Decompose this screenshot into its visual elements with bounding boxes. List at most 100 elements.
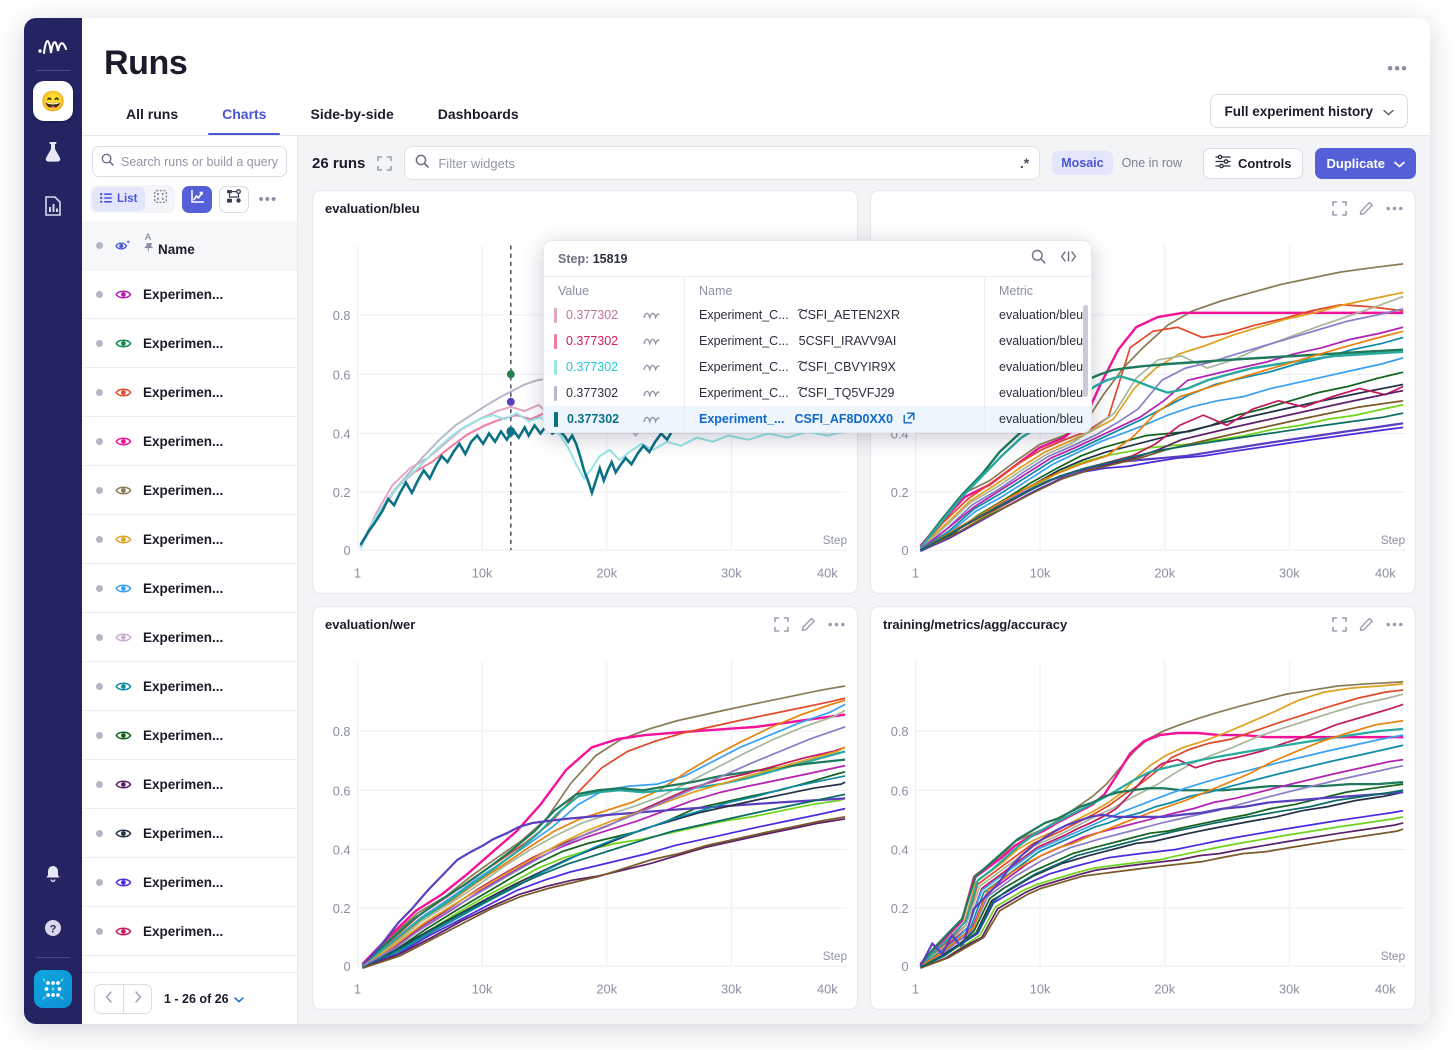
run-list-item[interactable]: Experimen... [82,319,297,368]
run-list-item[interactable]: Experimen... [82,907,297,956]
run-list-item[interactable]: Experimen... [82,466,297,515]
filter-widgets-box[interactable]: .* [404,146,1041,180]
app-grid-icon[interactable] [34,970,72,1008]
external-link-icon[interactable] [903,412,915,427]
tab-all-runs[interactable]: All runs [104,106,200,135]
sparkline-icon[interactable] [643,363,670,372]
flask-icon[interactable] [33,129,73,175]
run-list-item[interactable]: Experimen... [82,417,297,466]
layout-mosaic-option[interactable]: Mosaic [1052,151,1113,175]
eye-icon[interactable] [113,533,133,546]
tooltip-name-cell[interactable]: Experiment_... CSFI_AF8D0XX0 [685,406,984,432]
run-list-item[interactable]: Experimen... [82,368,297,417]
sparkline-icon[interactable] [643,311,670,320]
ellipsis-icon[interactable] [1386,206,1403,211]
question-circle-icon[interactable]: ? [33,905,73,951]
view-grid-button[interactable] [147,187,173,211]
filter-widgets-input[interactable] [438,155,1011,171]
controls-button[interactable]: Controls [1203,147,1304,179]
duplicate-button[interactable]: Duplicate [1315,147,1416,179]
avatar[interactable]: 😄 [33,81,73,121]
search-runs-input[interactable] [121,154,278,169]
search-icon[interactable] [1031,249,1046,269]
top-bar: Runs ••• Full experiment history All run… [82,18,1430,136]
sparkline-icon[interactable] [643,415,670,424]
run-list-item[interactable]: Experimen... [82,809,297,858]
panel-chart-body[interactable]: 0.8 0.6 0.4 0.2 0 1 10k 20k 30k 40k Step [871,641,1415,1009]
layout-one-in-row-option[interactable]: One in row [1113,151,1191,175]
view-chart-button[interactable] [182,185,213,213]
page-more-icon[interactable]: ••• [1387,60,1408,77]
run-list-item[interactable]: Experimen... [82,711,297,760]
eye-icon[interactable] [113,876,133,889]
run-status-dot [96,878,103,886]
header-dot [96,241,103,249]
panel-title: evaluation/bleu [325,200,420,216]
tooltip-name-cell[interactable]: Experiment_C...͠CSFI_TQ5VFJ29 [685,380,984,406]
eye-icon[interactable] [113,337,133,350]
run-list-item[interactable]: Experimen... [82,858,297,907]
eye-sparkle-icon[interactable] [113,238,133,253]
svg-text:10k: 10k [472,565,493,580]
series-color-swatch [554,385,557,401]
expand-icon[interactable] [1332,200,1347,216]
panel-chart-body[interactable]: 0.8 0.6 0.4 0.2 0 1 10k 20k 30k 40k Step [313,641,857,1009]
eye-icon[interactable] [113,680,133,693]
tab-dashboards[interactable]: Dashboards [416,106,541,135]
expand-icon[interactable] [377,155,393,171]
view-tree-button[interactable] [219,185,250,213]
run-list-item[interactable]: Experimen... [82,270,297,319]
eye-icon[interactable] [113,582,133,595]
tooltip-scrollbar[interactable] [1083,305,1088,397]
search-icon [415,154,430,173]
tooltip-name-cell[interactable]: Experiment_C...͠CSFI_AETEN2XR [685,302,984,328]
tab-charts[interactable]: Charts [200,106,288,135]
sparkline-icon[interactable] [643,337,670,346]
tab-side-by-side[interactable]: Side-by-side [288,106,415,135]
charts-toolbar: 26 runs .* Mosaic One in ro [298,136,1430,190]
eye-icon[interactable] [113,778,133,791]
run-list-item[interactable]: Experimen... [82,564,297,613]
eye-icon[interactable] [113,288,133,301]
ellipsis-icon[interactable] [828,622,845,627]
run-list-item[interactable]: Experimen... [82,662,297,711]
pencil-icon[interactable] [1359,201,1374,216]
document-chart-icon[interactable] [33,183,73,229]
expand-icon[interactable] [774,616,789,632]
svg-text:0.6: 0.6 [333,783,351,798]
run-list-item[interactable]: Experimen... [82,613,297,662]
pencil-icon[interactable] [801,617,816,632]
run-list-item[interactable]: Experimen... [82,760,297,809]
tooltip-name-cell[interactable]: Experiment_C...͠CSFI_CBVYIR9X [685,354,984,380]
waveform-logo-icon[interactable] [36,32,70,62]
pagination-range[interactable]: 1 - 26 of 26 [164,992,244,1006]
eye-icon[interactable] [113,386,133,399]
full-experiment-history-button[interactable]: Full experiment history [1210,94,1408,128]
name-column-header[interactable]: A Name [143,232,195,258]
next-page-button[interactable] [123,984,151,1013]
eye-icon[interactable] [113,631,133,644]
ellipsis-icon[interactable] [1386,622,1403,627]
eye-icon[interactable] [113,925,133,938]
run-list-item[interactable]: Experimen... [82,515,297,564]
view-list-button[interactable]: List [92,187,146,211]
eye-icon[interactable] [113,827,133,840]
eye-icon[interactable] [113,729,133,742]
pin-icon[interactable] [143,242,154,257]
eye-icon[interactable] [113,435,133,448]
code-brackets-icon[interactable] [1060,250,1077,268]
svg-text:40k: 40k [817,981,838,996]
view-more-icon[interactable]: ••• [258,191,277,208]
tooltip-name-column: Name Experiment_C...͠CSFI_AETEN2XR Experi… [684,277,984,432]
tooltip-name-cell[interactable]: Experiment_C... 5CSFI_IRAVV9AI [685,328,984,354]
sparkline-icon[interactable] [643,389,670,398]
search-runs-box[interactable] [92,146,287,177]
expand-icon[interactable] [1332,616,1347,632]
prev-page-button[interactable] [95,984,123,1013]
eye-icon[interactable] [113,484,133,497]
rail-divider [36,70,70,71]
bell-icon[interactable] [33,851,73,897]
pencil-icon[interactable] [1359,617,1374,632]
svg-text:10k: 10k [472,981,493,996]
regex-icon[interactable]: .* [1020,155,1029,171]
